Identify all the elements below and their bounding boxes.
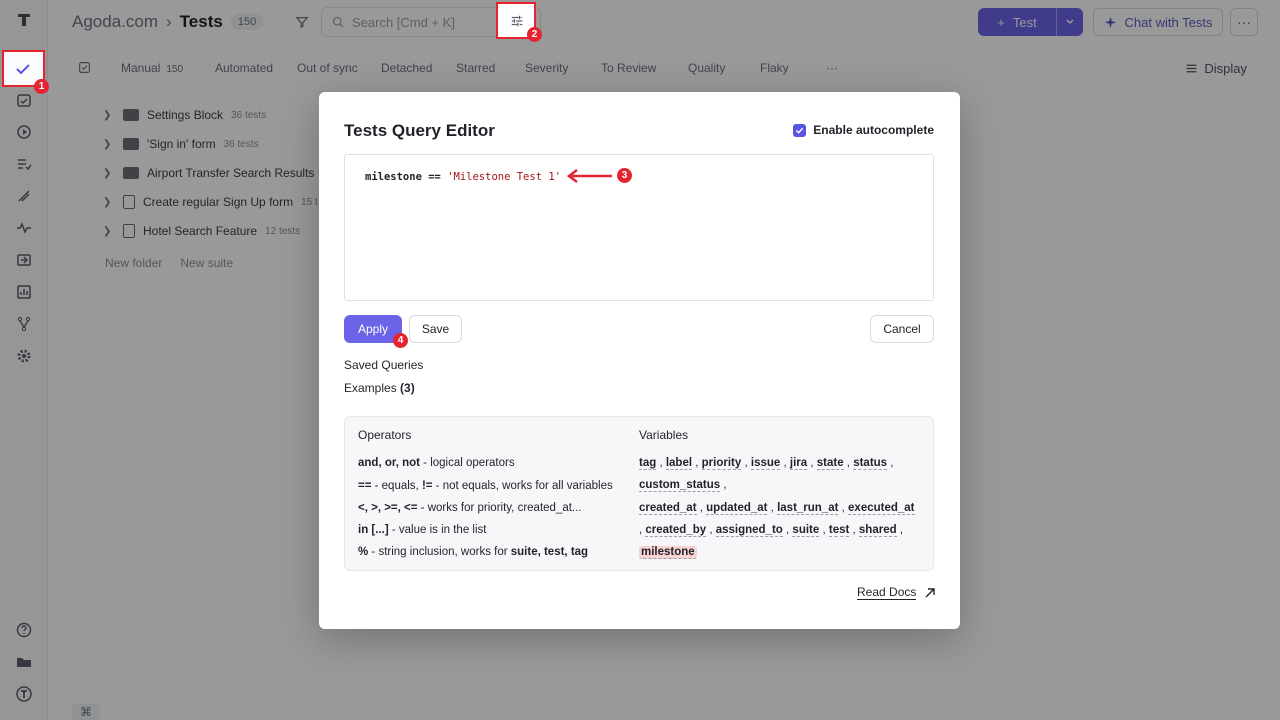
variable-last-run-at[interactable]: last_run_at [777,502,839,515]
variable-test[interactable]: test [828,524,850,537]
read-docs-link[interactable]: Read Docs [857,585,936,600]
cancel-button[interactable]: Cancel [870,315,934,343]
variable-custom-status[interactable]: custom_status [639,479,721,492]
variable-assigned-to[interactable]: assigned_to [715,524,783,537]
variable-state[interactable]: state [816,457,844,470]
tests-query-editor-modal: Tests Query Editor Enable autocomplete m… [319,92,960,629]
annotation-badge-1: 1 [34,79,49,94]
variable-label[interactable]: label [665,457,693,470]
operator-line: <, >, >=, <= - works for priority, creat… [358,502,582,514]
variable-created-at[interactable]: created_at [639,502,697,515]
variables-line: milestone [639,546,697,559]
variables-line: , created_by , assigned_to , suite , tes… [639,524,904,537]
variable-issue[interactable]: issue [750,457,781,470]
operator-line: % - string inclusion, works for suite, t… [358,546,589,558]
tests-check-icon [16,64,30,75]
annotation-badge-2: 2 [527,27,542,42]
operators-header: Operators [358,428,412,442]
variables-header: Variables [639,428,689,442]
operator-line: in [...] - value is in the list [358,524,487,536]
modal-title: Tests Query Editor [344,121,495,140]
variable-status[interactable]: status [853,457,888,470]
variable-executed-at[interactable]: executed_at [848,502,915,515]
annotation-badge-3: 3 [617,168,632,183]
variables-line: created_at , updated_at , last_run_at , … [639,502,915,515]
variable-priority[interactable]: priority [701,457,742,470]
query-value: 'Milestone Test 1' [447,171,561,183]
read-docs-label: Read Docs [857,585,917,600]
query-reference-panel: Operators Variables and, or, not - logic… [344,416,934,571]
examples-toggle[interactable]: Examples (3) [344,381,415,395]
operator-line: == - equals, != - not equals, works for … [358,480,613,492]
saved-queries-link[interactable]: Saved Queries [344,358,423,372]
variable-jira[interactable]: jira [789,457,808,470]
annotation-badge-4: 4 [393,333,408,348]
annotation-arrow-3 [567,169,612,183]
enable-autocomplete-checkbox[interactable]: Enable autocomplete [793,123,934,137]
variable-created-by[interactable]: created_by [645,524,707,537]
variables-line: tag , label , priority , issue , jira , … [639,457,894,470]
query-editor-textarea[interactable]: milestone == 'Milestone Test 1' [344,154,934,301]
external-link-arrow-icon [925,587,936,597]
variable-suite[interactable]: suite [792,524,820,537]
save-button[interactable]: Save [409,315,462,343]
variable-tag[interactable]: tag [639,457,657,470]
query-operator: == [421,171,448,183]
checkbox-checked-icon[interactable] [793,123,807,137]
variable-updated-at[interactable]: updated_at [706,502,768,515]
autocomplete-label: Enable autocomplete [813,123,934,137]
sliders-icon [511,15,523,27]
variables-line: custom_status , [639,479,727,492]
variable-shared[interactable]: shared [858,524,897,537]
operator-line: and, or, not - logical operators [358,457,515,469]
query-key: milestone [365,171,422,183]
variable-milestone[interactable]: milestone [639,546,697,559]
